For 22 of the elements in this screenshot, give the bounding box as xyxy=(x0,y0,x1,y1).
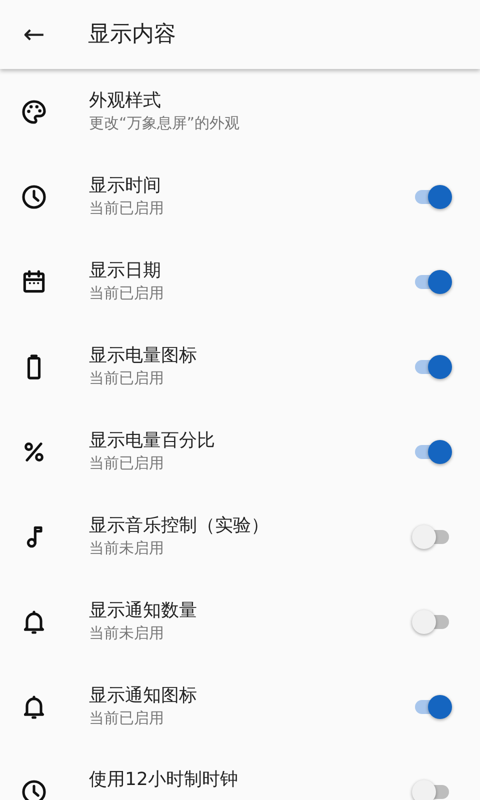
setting-summary: 更改“万象息屏”的外观 xyxy=(89,112,241,134)
setting-summary: 当前已启用 xyxy=(89,198,165,218)
setting-summary: 当前已启用 xyxy=(89,282,165,304)
setting-title: 外观样式 xyxy=(89,90,162,112)
setting-summary: 当前未启用 xyxy=(89,622,165,644)
setting-title: 显示通知数量 xyxy=(89,600,198,622)
palette-icon xyxy=(20,98,48,126)
setting-title: 显示通知图标 xyxy=(89,684,198,706)
back-button[interactable]: ← xyxy=(12,12,56,56)
setting-summary: 当前已启用 xyxy=(89,368,165,388)
setting-title: 显示电量百分比 xyxy=(89,430,216,452)
setting-title: 显示音乐控制（实验） xyxy=(89,514,270,536)
clock-icon xyxy=(20,182,48,210)
setting-title: 显示时间 xyxy=(89,174,162,196)
setting-summary: 当前未启用 xyxy=(89,538,165,558)
setting-summary: 当前已启用 xyxy=(89,452,165,474)
setting-title: 使用12小时制时钟 xyxy=(89,769,239,791)
screen-title: 显示内容 xyxy=(88,21,176,49)
clock-icon xyxy=(20,778,48,800)
setting-title: 显示电量图标 xyxy=(89,344,198,366)
setting-summary: 当前已启用 xyxy=(89,708,165,728)
setting-title: 显示日期 xyxy=(89,260,162,282)
